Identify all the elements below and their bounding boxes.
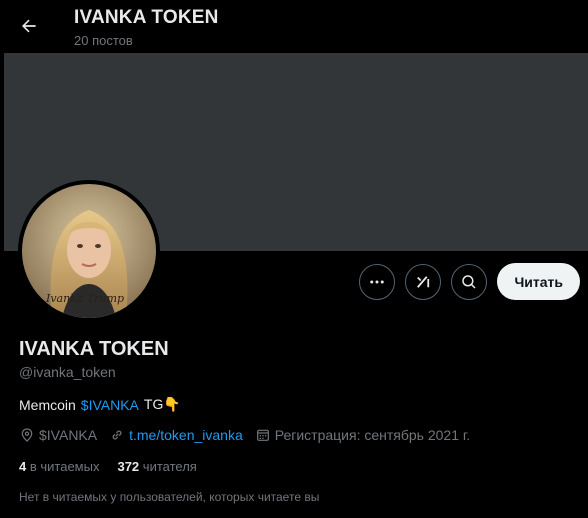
joined-text: Регистрация: сентябрь 2021 г.	[274, 427, 471, 443]
location-item: $IVANKA	[19, 427, 97, 443]
profile-name: IVANKA TOKEN	[19, 338, 169, 360]
posts-count: 20 постов	[74, 33, 133, 48]
profile-handle: @ivanka_token	[19, 364, 116, 380]
following-stat[interactable]: 4 в читаемых	[19, 459, 99, 474]
website-item: t.me/token_ivanka	[109, 427, 243, 443]
followers-stat[interactable]: 372 читателя	[117, 459, 196, 474]
profile-actions: Читать	[359, 263, 580, 300]
following-label: в читаемых	[29, 459, 100, 474]
bio-cashtag-link[interactable]: $IVANKA	[81, 397, 139, 413]
link-icon	[112, 430, 122, 440]
followers-label: читателя	[142, 459, 197, 474]
grok-icon[interactable]	[405, 263, 442, 300]
header-title: IVANKA TOKEN	[74, 7, 219, 28]
following-count: 4	[19, 459, 27, 474]
search-icon[interactable]	[451, 263, 488, 300]
location-text: $IVANKA	[39, 427, 98, 443]
joined-item: Регистрация: сентябрь 2021 г.	[255, 427, 470, 443]
follow-stats: 4 в читаемых 372 читателя	[19, 459, 215, 474]
avatar[interactable]: Ivanka Trump	[18, 180, 160, 322]
back-arrow-icon[interactable]	[12, 9, 46, 43]
profile-meta: $IVANKA t.me/token_ivanka Регистрация: с…	[19, 427, 482, 443]
more-dots-icon[interactable]	[359, 263, 396, 300]
avatar-signature: Ivanka Trump	[45, 292, 124, 305]
website-link[interactable]: t.me/token_ivanka	[129, 427, 243, 443]
profile-header-bar: IVANKA TOKEN 20 постов	[0, 0, 588, 53]
follow-button[interactable]: Читать	[497, 263, 580, 300]
bio-text-suffix: TG👇	[143, 396, 181, 412]
location-pin-icon	[21, 428, 33, 442]
bio-text: Memcoin	[19, 396, 76, 413]
profile-bio: Memcoin $IVANKA TG👇	[19, 396, 181, 413]
calendar-icon	[256, 429, 269, 441]
followers-you-know-note: Нет в читаемых у пользователей, которых …	[19, 490, 320, 504]
followers-count: 372	[117, 459, 140, 474]
